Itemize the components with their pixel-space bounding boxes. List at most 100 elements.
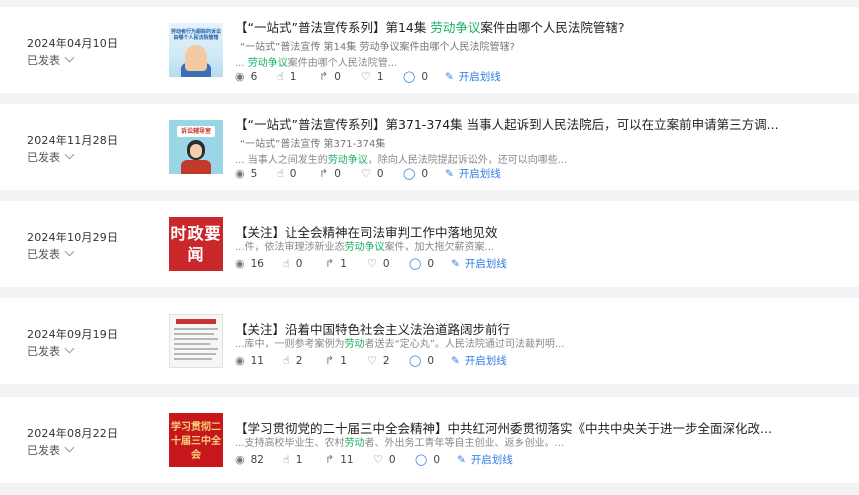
- comment-icon: ◯: [403, 167, 416, 180]
- article-snippet: ...件，依法审理涉新业态劳动争议案件，加大拖欠薪资案...: [235, 242, 495, 253]
- status-dropdown[interactable]: 已发表: [27, 343, 75, 359]
- shares-stat[interactable]: ↱ 0: [319, 167, 361, 180]
- status-label: 已发表: [27, 248, 60, 261]
- eye-icon: ◉: [235, 70, 245, 83]
- heart-icon: ♡: [361, 167, 371, 180]
- article-stats: ◉ 6 ☝ 1 ↱ 0 ♡ 1 ◯ 0 ✎ 开启划线: [235, 69, 501, 84]
- status-label: 已发表: [27, 54, 60, 67]
- article-snippet: ... 当事人之间发生的劳动争议，除向人民法院提起诉讼外，还可以向哪些...: [235, 155, 568, 166]
- shares-stat[interactable]: ↱ 1: [325, 257, 367, 270]
- thumbnail-caption: 诉讼辅导室: [177, 126, 215, 137]
- newspaper-line: [174, 353, 216, 355]
- status-dropdown[interactable]: 已发表: [27, 246, 75, 262]
- chevron-down-icon: [64, 442, 75, 453]
- status-dropdown[interactable]: 已发表: [27, 52, 75, 68]
- favorites-stat[interactable]: ♡ 2: [367, 354, 409, 367]
- heart-icon: ♡: [367, 257, 377, 270]
- mark-toggle-button[interactable]: ✎ 开启划线: [445, 166, 501, 181]
- favorites-stat[interactable]: ♡ 1: [361, 70, 403, 83]
- comment-icon: ◯: [415, 453, 428, 466]
- pen-icon: ✎: [451, 354, 460, 367]
- views-stat: ◉ 5: [235, 167, 258, 180]
- newspaper-line: [174, 358, 212, 360]
- status-dropdown[interactable]: 已发表: [27, 442, 75, 458]
- article-thumbnail[interactable]: [169, 314, 223, 368]
- shares-stat[interactable]: ↱ 0: [319, 70, 361, 83]
- status-dropdown[interactable]: 已发表: [27, 149, 75, 165]
- share-icon: ↱: [319, 167, 329, 180]
- article-stats: ◉ 11 ☝ 2 ↱ 1 ♡ 2 ◯ 0 ✎ 开启划线: [235, 353, 507, 368]
- eye-icon: ◉: [235, 257, 245, 270]
- thumbs-up-icon: ☝: [277, 167, 284, 180]
- article-card[interactable]: 2024年11月28日 已发表 诉讼辅导室 【“一站式”普法宣传系列】第371-…: [0, 104, 859, 190]
- eye-icon: ◉: [235, 453, 245, 466]
- status-label: 已发表: [27, 444, 60, 457]
- article-card[interactable]: 2024年09月19日 已发表 【关注】沿着中国特色社会主义法治道路阔步前行 .…: [0, 298, 859, 384]
- comments-stat[interactable]: ◯ 0: [409, 354, 451, 367]
- views-stat: ◉ 16: [235, 257, 264, 270]
- shares-stat[interactable]: ↱ 11: [325, 453, 373, 466]
- publish-date: 2024年11月28日: [27, 134, 119, 147]
- newspaper-line: [174, 338, 218, 340]
- comments-stat[interactable]: ◯ 0: [409, 257, 451, 270]
- chevron-down-icon: [64, 52, 75, 63]
- thumbnail-figure-face: [190, 144, 202, 158]
- favorites-stat[interactable]: ♡ 0: [373, 453, 415, 466]
- article-card[interactable]: 2024年08月22日 已发表 学习贯彻二十届三中全会 【学习贯彻党的二十届三中…: [0, 397, 859, 483]
- shares-stat[interactable]: ↱ 1: [325, 354, 367, 367]
- article-thumbnail[interactable]: 诉讼辅导室: [169, 120, 223, 174]
- pen-icon: ✎: [457, 453, 466, 466]
- thumbnail-caption: 劳动者行为跟踪的诉讼由哪个人民法院管辖: [171, 29, 222, 41]
- favorites-stat[interactable]: ♡ 0: [367, 257, 409, 270]
- article-thumbnail[interactable]: 学习贯彻二十届三中全会: [169, 413, 223, 467]
- comments-stat[interactable]: ◯ 0: [403, 70, 445, 83]
- comment-icon: ◯: [403, 70, 416, 83]
- comment-icon: ◯: [409, 354, 422, 367]
- publish-date: 2024年10月29日: [27, 231, 119, 244]
- newspaper-line: [174, 328, 218, 330]
- likes-stat[interactable]: ☝ 1: [283, 453, 325, 466]
- article-title[interactable]: 【“一站式”普法宣传系列】第14集 劳动争议案件由哪个人民法院管辖?: [235, 17, 625, 36]
- likes-stat[interactable]: ☝ 0: [277, 167, 319, 180]
- article-thumbnail[interactable]: 时政要闻: [169, 217, 223, 271]
- publish-date: 2024年04月10日: [27, 37, 119, 50]
- comments-stat[interactable]: ◯ 0: [403, 167, 445, 180]
- article-snippet: ...支持高校毕业生、农村劳动者、外出务工青年等自主创业、返乡创业。...: [235, 438, 565, 449]
- thumbnail-figure-body: [181, 160, 211, 174]
- thumbnail-figure-head: [185, 45, 207, 71]
- article-stats: ◉ 5 ☝ 0 ↱ 0 ♡ 0 ◯ 0 ✎ 开启划线: [235, 166, 501, 181]
- heart-icon: ♡: [373, 453, 383, 466]
- status-label: 已发表: [27, 151, 60, 164]
- newspaper-line: [174, 333, 214, 335]
- likes-stat[interactable]: ☝ 0: [283, 257, 325, 270]
- likes-stat[interactable]: ☝ 2: [283, 354, 325, 367]
- favorites-stat[interactable]: ♡ 0: [361, 167, 403, 180]
- views-stat: ◉ 82: [235, 453, 264, 466]
- article-title[interactable]: 【“一站式”普法宣传系列】第371-374集 当事人起诉到人民法院后，可以在立案…: [235, 114, 779, 133]
- article-card[interactable]: 2024年10月29日 已发表 时政要闻 【关注】让全会精神在司法审判工作中落地…: [0, 201, 859, 287]
- pen-icon: ✎: [451, 257, 460, 270]
- thumbs-up-icon: ☝: [283, 453, 290, 466]
- article-thumbnail[interactable]: 劳动者行为跟踪的诉讼由哪个人民法院管辖: [169, 23, 223, 77]
- heart-icon: ♡: [361, 70, 371, 83]
- thumbnail-caption: 学习贯彻二十届三中全会: [171, 422, 221, 461]
- article-card[interactable]: 2024年04月10日 已发表 劳动者行为跟踪的诉讼由哪个人民法院管辖 【“一站…: [0, 7, 859, 93]
- mark-toggle-button[interactable]: ✎ 开启划线: [451, 256, 507, 271]
- publish-date: 2024年08月22日: [27, 427, 119, 440]
- views-stat: ◉ 6: [235, 70, 258, 83]
- article-subtitle: “一站式”普法宣传 第14集 劳动争议案件由哪个人民法院管辖?: [240, 42, 515, 53]
- views-stat: ◉ 11: [235, 354, 264, 367]
- mark-toggle-button[interactable]: ✎ 开启划线: [445, 69, 501, 84]
- comment-icon: ◯: [409, 257, 422, 270]
- likes-stat[interactable]: ☝ 1: [277, 70, 319, 83]
- status-label: 已发表: [27, 345, 60, 358]
- chevron-down-icon: [64, 149, 75, 160]
- article-list: 2024年04月10日 已发表 劳动者行为跟踪的诉讼由哪个人民法院管辖 【“一站…: [0, 0, 859, 495]
- comments-stat[interactable]: ◯ 0: [415, 453, 457, 466]
- eye-icon: ◉: [235, 354, 245, 367]
- mark-toggle-button[interactable]: ✎ 开启划线: [451, 353, 507, 368]
- mark-toggle-button[interactable]: ✎ 开启划线: [457, 452, 513, 467]
- newspaper-line: [174, 343, 210, 345]
- article-stats: ◉ 16 ☝ 0 ↱ 1 ♡ 0 ◯ 0 ✎ 开启划线: [235, 256, 507, 271]
- article-stats: ◉ 82 ☝ 1 ↱ 11 ♡ 0 ◯ 0 ✎ 开启划线: [235, 452, 513, 467]
